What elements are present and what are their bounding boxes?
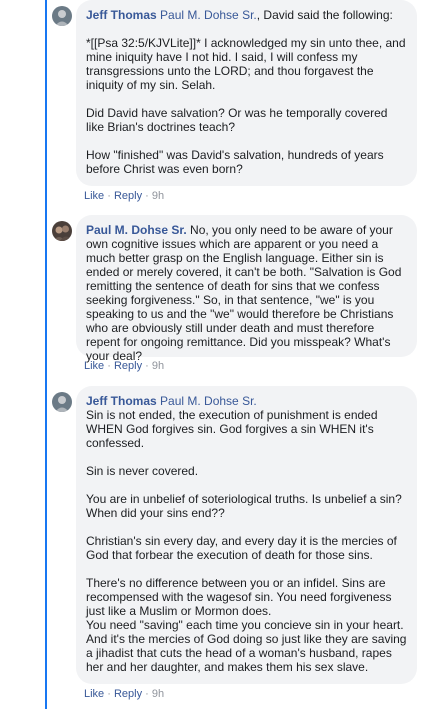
comment-body: Paul M. Dohse Sr. No, you only need to b… [86,223,407,363]
separator-dot: · [107,190,111,202]
comment-author[interactable]: Paul M. Dohse Sr. [86,223,187,237]
reply-thread-line [45,0,47,709]
comment-bubble: Jeff Thomas Paul M. Dohse Sr., David sai… [76,0,417,186]
comment-paragraph: How "finished" was David's salvation, hu… [86,148,384,176]
reply-link[interactable]: Reply [114,360,142,372]
comment-mention[interactable]: Paul M. Dohse Sr. [160,8,257,22]
avatar[interactable] [52,392,72,412]
comment-paragraph: *[[Psa 32:5/KJVLite]]* I acknowledged my… [86,36,406,92]
comment-paragraph: You need "saving" each time you concieve… [86,618,407,674]
comment-bubble: Paul M. Dohse Sr. No, you only need to b… [76,215,417,363]
comment-actions: Like · Reply · 9h [84,190,164,202]
separator-dot: · [107,360,111,372]
comment-actions: Like · Reply · 9h [84,688,164,700]
comment-author[interactable]: Jeff Thomas [86,8,157,22]
separator-dot: · [145,360,149,372]
separator-dot: · [145,688,149,700]
reply-link[interactable]: Reply [114,190,142,202]
comment-paragraph: There's no difference between you or an … [86,576,392,618]
comment-paragraph: Sin is not ended, the execution of punis… [86,408,378,450]
comment-timestamp[interactable]: 9h [152,360,164,372]
avatar[interactable] [52,221,72,241]
comment-timestamp[interactable]: 9h [152,190,164,202]
comment-paragraph: Christian's sin every day, and every day… [86,534,397,562]
comment-author[interactable]: Jeff Thomas [86,394,157,408]
separator-dot: · [145,190,149,202]
comment-actions: Like · Reply · 9h [84,360,164,372]
comment-header: Jeff Thomas Paul M. Dohse Sr., David sai… [86,8,407,22]
comment-text-intro: , David said the following: [256,8,393,22]
comment-timestamp[interactable]: 9h [152,688,164,700]
avatar[interactable] [52,6,72,26]
comment-paragraph: Sin is never covered. [86,464,199,478]
like-link[interactable]: Like [84,688,104,700]
separator-dot: · [107,688,111,700]
like-link[interactable]: Like [84,360,104,372]
comment-paragraph: You are in unbelief of soteriological tr… [86,492,402,520]
comment-header: Jeff Thomas Paul M. Dohse Sr. [86,394,407,408]
like-link[interactable]: Like [84,190,104,202]
comment-mention[interactable]: Paul M. Dohse Sr. [160,394,257,408]
comment-paragraph: Did David have salvation? Or was he temp… [86,106,388,134]
comment-bubble: Jeff Thomas Paul M. Dohse Sr. Sin is not… [76,386,417,684]
comment-text: No, you only need to be aware of your ow… [86,223,402,363]
reply-link[interactable]: Reply [114,688,142,700]
